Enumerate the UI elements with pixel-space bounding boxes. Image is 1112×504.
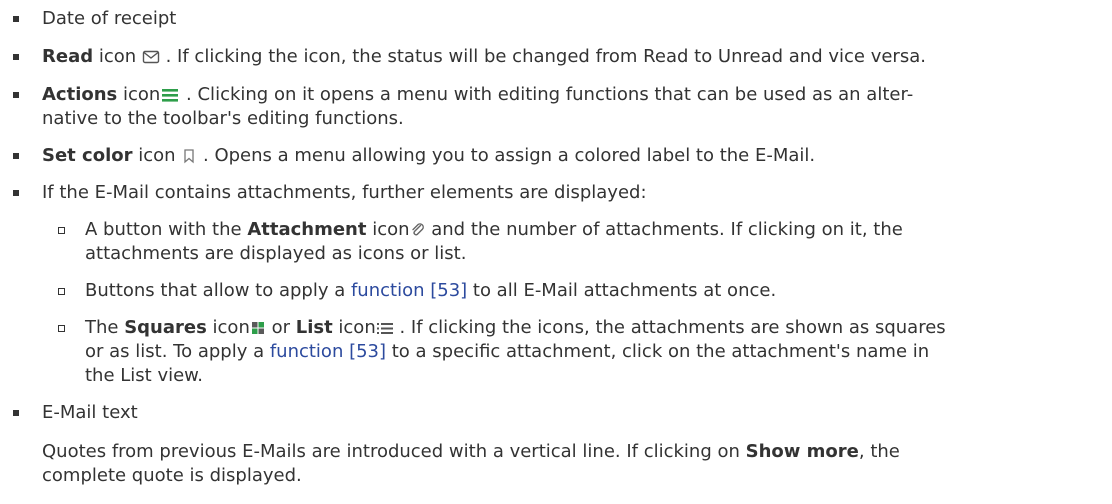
item-text: . If clicking the icons, the attachments… [393, 317, 946, 338]
bullet [13, 190, 19, 196]
item-bold-label: Squares [124, 317, 207, 338]
item-text: Quotes from previous E-Mails are introdu… [42, 441, 746, 462]
function-link[interactable]: function [53] [270, 341, 386, 362]
item-text: . Opens a menu allowing you to assign a … [197, 145, 816, 166]
item-text: to all E-Mail attachments at once. [467, 280, 777, 301]
item-text: or [265, 317, 296, 338]
function-link[interactable]: function [53] [351, 280, 467, 301]
hamburger-icon [162, 89, 179, 102]
paperclip-icon [411, 223, 424, 236]
item-bold-label: Actions [42, 84, 118, 105]
item-text: . Clicking on it opens a menu with editi… [180, 84, 914, 105]
item-text: or as list. To apply a [85, 341, 270, 362]
item-text: attachments are displayed as icons or li… [85, 243, 467, 264]
sub-bullet [58, 227, 65, 234]
sub-list-item: A button with the Attachment icon and th… [85, 218, 903, 242]
item-text: Buttons that allow to apply a [85, 280, 351, 301]
grid-icon [251, 322, 264, 334]
item-text: . If clicking the icon, the status will … [159, 46, 926, 67]
item-bold-label: Attachment [247, 219, 367, 240]
item-text: If the E-Mail contains attachments, furt… [42, 182, 647, 203]
item-text: icon [332, 317, 376, 338]
bullet [13, 410, 19, 416]
bullet [13, 54, 19, 60]
item-text: the List view. [85, 365, 203, 386]
sub-bullet [58, 325, 65, 332]
document-body: Date of receipt Read icon . If clicking … [0, 0, 1112, 504]
sub-bullet [58, 288, 65, 295]
sub-list-item: Buttons that allow to apply a function [… [85, 279, 776, 303]
sub-list-item-continuation: the List view. [85, 364, 203, 388]
item-bold-label: Read [42, 46, 94, 67]
item-bold-label: Set color [42, 145, 133, 166]
item-bold-label: Show more [745, 441, 859, 462]
item-text: E-Mail text [42, 402, 138, 423]
item-text: native to the toolbar's editing function… [42, 108, 404, 129]
list-item: Actions icon . Clicking on it opens a me… [42, 83, 913, 107]
list-item: Date of receipt [42, 7, 176, 31]
item-text: , the [858, 441, 900, 462]
item-text: icon [117, 84, 161, 105]
envelope-icon [142, 50, 160, 64]
sub-list-item-continuation: attachments are displayed as icons or li… [85, 242, 466, 266]
item-text: A button with the [85, 219, 248, 240]
list-item: If the E-Mail contains attachments, furt… [42, 181, 647, 205]
item-text: Date of receipt [42, 8, 177, 29]
list-item: Read icon . If clicking the icon, the st… [42, 45, 926, 69]
item-text: and the number of attachments. If clicki… [425, 219, 903, 240]
item-text: to a specific attachment, click on the a… [386, 341, 930, 362]
paragraph-line: complete quote is displayed. [42, 464, 302, 488]
bullet [13, 92, 19, 98]
item-text: icon [366, 219, 410, 240]
item-text: complete quote is displayed. [42, 465, 302, 486]
bullet [13, 153, 19, 159]
item-text: The [85, 317, 125, 338]
item-bold-label: List [295, 317, 333, 338]
item-text: icon [93, 46, 137, 67]
sub-list-item: The Squares icon or List icon . If click… [85, 316, 946, 340]
bullet [13, 16, 19, 22]
item-text: icon [206, 317, 250, 338]
sub-list-item-continuation: or as list. To apply a function [53] to … [85, 340, 929, 364]
paragraph-line: Quotes from previous E-Mails are introdu… [42, 440, 900, 464]
list-item-continuation: native to the toolbar's editing function… [42, 107, 404, 131]
list-item: E-Mail text [42, 401, 138, 425]
list-item: Set color icon . Opens a menu allowing y… [42, 144, 815, 168]
item-text: icon [132, 145, 176, 166]
bookmark-icon [184, 149, 194, 164]
list-icon [376, 323, 393, 334]
